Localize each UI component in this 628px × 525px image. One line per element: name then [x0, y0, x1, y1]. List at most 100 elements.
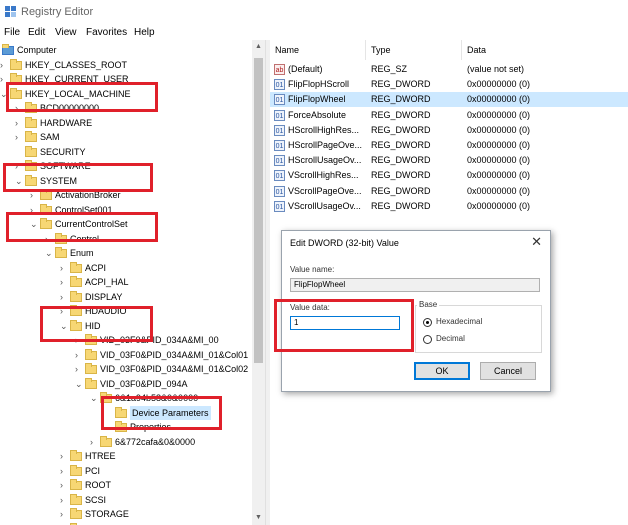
folder-icon	[25, 131, 37, 142]
chevron-right-icon[interactable]: ›	[15, 130, 18, 144]
tree-node-label: Computer	[17, 45, 57, 55]
folder-icon	[85, 377, 97, 389]
tree-node-label: 6&772cafa&0&0000	[115, 436, 196, 447]
tree-node[interactable]: SECURITY	[0, 145, 250, 159]
decimal-radio[interactable]	[423, 335, 432, 344]
column-header-data[interactable]: Data	[467, 45, 486, 55]
tree-node[interactable]: › ACPI	[0, 261, 250, 275]
chevron-right-icon[interactable]: ›	[60, 464, 63, 478]
tree-node[interactable]: › ROOT	[0, 478, 250, 492]
cancel-button[interactable]: Cancel	[480, 362, 536, 380]
tree-node-label: SCSI	[85, 494, 107, 505]
hexadecimal-radio[interactable]	[423, 318, 432, 327]
chevron-right-icon[interactable]: ›	[60, 261, 63, 275]
chevron-right-icon[interactable]: ›	[75, 348, 78, 362]
value-row[interactable]: 01 HScrollHighRes... REG_DWORD 0x00000000 (…	[270, 123, 628, 138]
folder-icon	[70, 479, 82, 490]
tree-node-label: PCI	[85, 465, 101, 476]
value-row[interactable]: 01 FlipFlopWheel REG_DWORD 0x00000000 (0)	[270, 92, 628, 108]
value-row[interactable]: 01 HScrollPageOve... REG_DWORD 0x00000000 (…	[270, 138, 628, 153]
chevron-right-icon[interactable]: ›	[0, 58, 3, 72]
value-data: 0x00000000 (0)	[467, 124, 531, 135]
value-data: 0x00000000 (0)	[467, 200, 531, 211]
window-title: Registry Editor	[21, 6, 94, 18]
tree-node[interactable]: › DISPLAY	[0, 290, 250, 304]
chevron-right-icon[interactable]: ›	[0, 72, 3, 86]
chevron-right-icon[interactable]: ›	[60, 507, 63, 521]
column-divider[interactable]	[461, 40, 462, 60]
value-row[interactable]: 01 VScrollHighRes... REG_DWORD 0x00000000 (…	[270, 168, 628, 183]
tree-node[interactable]: › 6&772cafa&0&0000	[0, 435, 250, 449]
value-row[interactable]: 01 ForceAbsolute REG_DWORD 0x00000000 (0)	[270, 108, 628, 123]
tree-node[interactable]: ⌄ Enum	[0, 246, 250, 260]
tree-node-label: HTREE	[85, 451, 116, 461]
folder-icon	[70, 493, 82, 505]
scroll-up-arrow-icon[interactable]: ▲	[252, 40, 265, 54]
value-row[interactable]: 01 FlipFlopHScroll REG_DWORD 0x00000000 (0)	[270, 77, 628, 92]
tree-node[interactable]: › PCI	[0, 464, 250, 478]
highlight-system	[3, 163, 153, 192]
binary-value-icon: 01	[274, 185, 285, 197]
chevron-right-icon[interactable]: ›	[60, 478, 63, 492]
value-type: REG_SZ	[371, 64, 408, 74]
chevron-right-icon[interactable]: ›	[60, 493, 63, 507]
binary-value-icon: 01	[274, 170, 285, 182]
column-header-name[interactable]: Name	[275, 45, 299, 55]
menu-favorites[interactable]: Favorites	[86, 27, 127, 38]
highlight-value-data	[274, 299, 414, 352]
column-header-type[interactable]: Type	[371, 45, 391, 55]
tree-node-label: HARDWARE	[40, 117, 93, 128]
value-name: HScrollHighRes...	[288, 124, 360, 135]
dialog-title: Edit DWORD (32-bit) Value	[290, 238, 399, 248]
value-row[interactable]: ab (Default) REG_SZ (value not set)	[270, 62, 628, 77]
menu-file[interactable]: File	[4, 27, 20, 38]
value-row[interactable]: 01 VScrollUsageOv... REG_DWORD 0x00000000 (…	[270, 199, 628, 214]
value-type: REG_DWORD	[371, 200, 431, 211]
tree-node[interactable]: › STORAGE	[0, 507, 250, 521]
chevron-right-icon[interactable]: ›	[90, 435, 93, 449]
column-divider[interactable]	[365, 40, 366, 60]
close-icon[interactable]: ✕	[531, 234, 542, 250]
chevron-right-icon[interactable]: ›	[60, 275, 63, 289]
tree-node-label: SAM	[40, 132, 60, 142]
chevron-down-icon[interactable]: ⌄	[75, 377, 83, 391]
hexadecimal-label[interactable]: Hexadecimal	[436, 317, 482, 326]
chevron-down-icon[interactable]: ⌄	[45, 246, 53, 260]
folder-icon	[70, 276, 82, 287]
folder-icon	[70, 290, 82, 302]
tree-node[interactable]: ⌄ VID_03F0&PID_094A	[0, 377, 250, 391]
chevron-down-icon[interactable]: ⌄	[90, 391, 98, 405]
binary-value-icon: 01	[274, 200, 285, 212]
binary-value-icon: 01	[274, 94, 285, 106]
chevron-right-icon[interactable]: ›	[60, 522, 63, 525]
key-tree-pane[interactable]: ⌄Computer›HKEY_CLASSES_ROOT›HKEY_CURRENT…	[0, 40, 265, 525]
menu-view[interactable]: View	[55, 27, 77, 38]
scroll-down-arrow-icon[interactable]: ▼	[252, 511, 265, 525]
tree-node[interactable]: › VID_03F0&PID_034A&MI_01&Col02	[0, 362, 250, 376]
menu-edit[interactable]: Edit	[28, 27, 45, 38]
tree-node[interactable]: › VID_03F0&PID_034A&MI_01&Col01	[0, 348, 250, 362]
tree-scrollbar-thumb[interactable]	[254, 58, 263, 363]
tree-node[interactable]: › SCSI	[0, 493, 250, 507]
ok-button[interactable]: OK	[414, 362, 470, 380]
value-row[interactable]: 01 HScrollUsageOv... REG_DWORD 0x00000000 (…	[270, 153, 628, 168]
decimal-label[interactable]: Decimal	[436, 334, 465, 343]
chevron-right-icon[interactable]: ›	[15, 116, 18, 130]
menu-help[interactable]: Help	[134, 27, 155, 38]
value-row[interactable]: 01 VScrollPageOve... REG_DWORD 0x00000000 (…	[270, 184, 628, 199]
folder-icon	[55, 247, 67, 258]
value-name: VScrollHighRes...	[288, 170, 359, 181]
tree-node[interactable]: › HARDWARE	[0, 116, 250, 130]
tree-node[interactable]: ⌄Computer	[0, 43, 250, 57]
string-value-icon: ab	[274, 64, 285, 75]
chevron-right-icon[interactable]: ›	[75, 362, 78, 376]
chevron-right-icon[interactable]: ›	[60, 290, 63, 304]
tree-node[interactable]: › SW	[0, 522, 250, 525]
tree-node[interactable]: › HTREE	[0, 449, 250, 463]
folder-icon	[40, 189, 52, 200]
tree-node[interactable]: › SAM	[0, 130, 250, 144]
chevron-right-icon[interactable]: ›	[60, 449, 63, 463]
tree-node[interactable]: › HKEY_CLASSES_ROOT	[0, 58, 250, 72]
tree-node[interactable]: › ACPI_HAL	[0, 275, 250, 289]
folder-icon	[25, 145, 37, 157]
